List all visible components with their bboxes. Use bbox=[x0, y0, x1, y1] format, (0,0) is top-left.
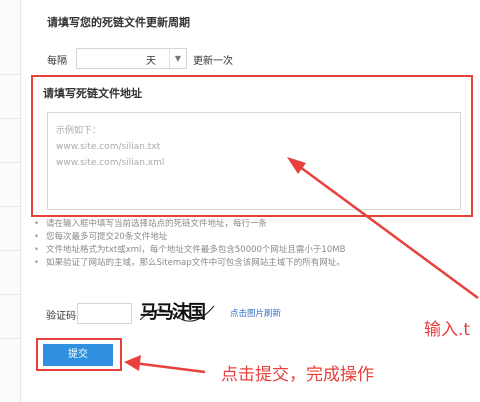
submit-arrow-head bbox=[124, 355, 141, 371]
input-arrow-head bbox=[287, 157, 306, 174]
submit-arrow-line bbox=[133, 361, 206, 374]
submit-hint-annotation: 点击提交，完成操作 bbox=[221, 365, 374, 385]
input-hint-annotation: 输入.t bbox=[424, 320, 471, 340]
annotation-arrows bbox=[124, 157, 479, 374]
input-arrow-line bbox=[295, 162, 479, 300]
